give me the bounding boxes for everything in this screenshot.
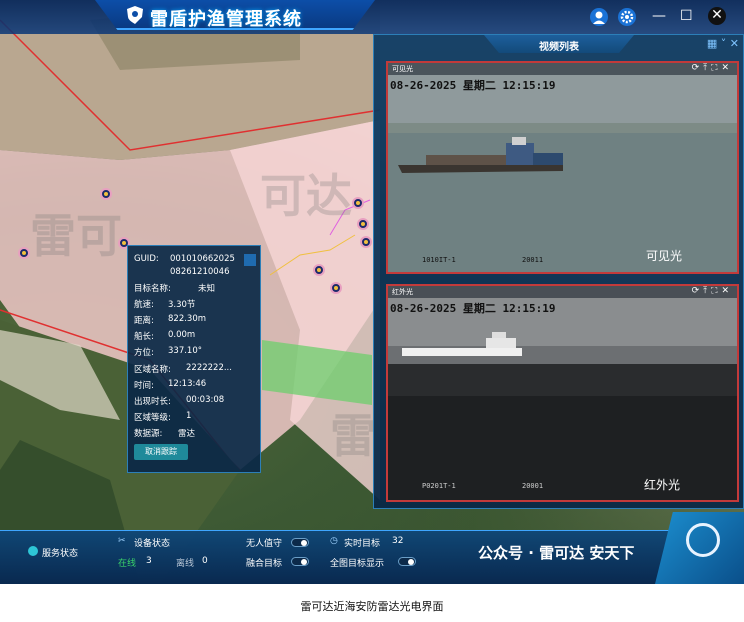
info-value: 337.10° xyxy=(168,346,202,356)
watermark: 雷可 xyxy=(30,209,122,263)
pin-icon[interactable] xyxy=(244,254,256,266)
info-value: 3.30节 xyxy=(168,300,196,310)
target-marker[interactable] xyxy=(352,197,364,209)
realtime-count: 32 xyxy=(392,536,404,546)
osd-timestamp: 08-26-2025 星期二 12:15:19 xyxy=(390,79,556,92)
watermark: 可达 xyxy=(260,169,352,223)
osd-camera-id: 1010IT-1 xyxy=(422,256,456,264)
info-key: 数据源: xyxy=(134,429,163,439)
minimize-icon[interactable]: — xyxy=(652,8,666,24)
realtime-label: 实时目标 xyxy=(344,539,381,549)
info-value: 822.30m xyxy=(168,314,207,324)
service-status-icon xyxy=(28,546,38,556)
device-status-label: 设备状态 xyxy=(134,539,171,549)
info-key: 距离: xyxy=(134,316,154,326)
video-controls-icon[interactable]: ⟳⤒⛶✕ xyxy=(692,286,733,296)
info-value: 2222222... xyxy=(186,363,232,373)
target-marker[interactable] xyxy=(330,282,342,294)
realtime-icon: ◷ xyxy=(330,536,338,546)
guid-value-2: 08261210046 xyxy=(170,267,230,277)
info-key: 目标名称: xyxy=(134,284,171,294)
info-key: 方位: xyxy=(134,348,154,358)
osd-label: 可见光 xyxy=(646,249,683,263)
target-marker[interactable] xyxy=(18,247,30,259)
all-targets-toggle[interactable] xyxy=(398,557,416,566)
unmanned-toggle[interactable] xyxy=(291,538,309,547)
close-icon[interactable]: ✕ xyxy=(708,7,726,25)
cancel-tracking-button[interactable]: 取消跟踪 xyxy=(134,444,188,460)
info-value: 1 xyxy=(186,411,192,421)
info-key: 时间: xyxy=(134,381,154,391)
info-key: 区域等级: xyxy=(134,413,171,423)
offline-count: 0 xyxy=(202,556,208,566)
video-frame-bar xyxy=(388,63,737,75)
video-controls-icon[interactable]: ⟳⤒⛶✕ xyxy=(692,63,733,73)
shield-logo-icon xyxy=(127,6,143,24)
osd-value: 20001 xyxy=(522,482,544,490)
target-marker[interactable] xyxy=(313,264,325,276)
social-overlay: 公众号 · 雷可达 安天下 xyxy=(478,544,635,562)
guid-label: GUID: xyxy=(134,254,159,264)
target-marker[interactable] xyxy=(357,218,369,230)
user-icon[interactable] xyxy=(590,8,608,26)
video-name: 红外光 xyxy=(392,288,413,296)
target-marker[interactable] xyxy=(100,188,112,200)
app-title: 雷盾护渔管理系统 xyxy=(150,9,302,30)
offline-label: 离线 xyxy=(176,559,195,569)
info-key: 航速: xyxy=(134,300,154,310)
online-count: 3 xyxy=(146,556,152,566)
video-name: 可见光 xyxy=(392,65,413,73)
info-value: 00:03:08 xyxy=(186,395,225,405)
unmanned-label: 无人值守 xyxy=(246,539,283,549)
info-key: 出现时长: xyxy=(134,397,171,407)
video-panel-title: 视频列表 xyxy=(539,42,579,53)
grid-layout-icon[interactable]: ▦ ˅ ✕ xyxy=(707,37,739,50)
infrared-scene xyxy=(388,286,737,500)
fusion-toggle[interactable] xyxy=(291,557,309,566)
video-frame-infrared[interactable]: 红外光 ⟳⤒⛶✕ 08-26-2025 星期二 12:15:19 P0201T-… xyxy=(386,284,739,502)
gear-icon[interactable] xyxy=(618,8,636,26)
osd-camera-id: P0201T-1 xyxy=(422,482,456,490)
all-targets-label: 全图目标显示 xyxy=(330,559,385,569)
watermark: 雷 xyxy=(330,409,376,463)
osd-label: 红外光 xyxy=(644,478,681,492)
figure-caption: 雷可达近海安防雷达光电界面 xyxy=(300,600,444,613)
osd-value: 20011 xyxy=(522,256,544,264)
osd-timestamp: 08-26-2025 星期二 12:15:19 xyxy=(390,302,556,315)
online-label: 在线 xyxy=(118,559,137,569)
info-key: 区域名称: xyxy=(134,365,171,375)
info-value: 雷达 xyxy=(178,429,196,439)
visible-scene xyxy=(388,63,737,272)
app-window: 雷可 可达 雷 雷可 达 雷盾护渔管理系统 — ☐ ✕ 视频列表 ▦ ˅ ✕ xyxy=(0,0,744,584)
target-info-popup: GUID: 001010662025 08261210046 目标名称: 未知 … xyxy=(127,245,261,473)
info-value: 未知 xyxy=(198,284,216,294)
video-frame-bar xyxy=(388,286,737,298)
maximize-icon[interactable]: ☐ xyxy=(680,8,693,24)
guid-value-1: 001010662025 xyxy=(170,254,235,264)
radar-icon[interactable] xyxy=(686,523,720,557)
service-status-label: 服务状态 xyxy=(42,549,79,559)
target-marker[interactable] xyxy=(360,236,372,248)
info-key: 船长: xyxy=(134,332,154,342)
fusion-label: 融合目标 xyxy=(246,559,283,569)
info-value: 0.00m xyxy=(168,330,196,340)
device-status-icon: ✂ xyxy=(118,536,126,546)
info-value: 12:13:46 xyxy=(168,379,207,389)
video-frame-visible[interactable]: 可见光 ⟳⤒⛶✕ 08-26-2025 星期二 12:15:19 1010IT-… xyxy=(386,61,739,274)
